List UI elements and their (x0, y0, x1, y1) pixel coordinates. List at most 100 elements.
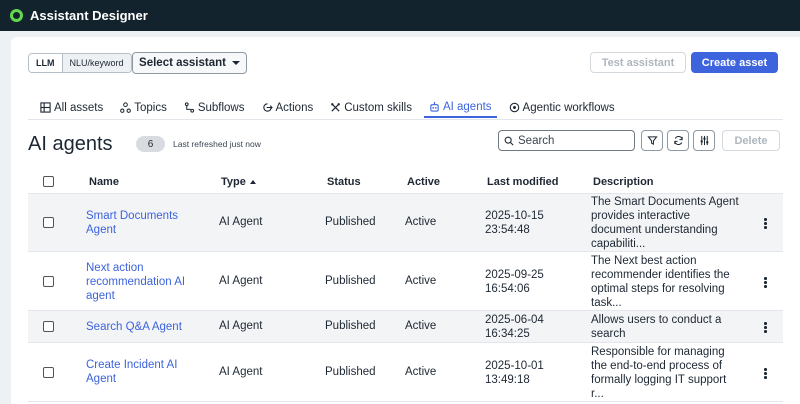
sort-ascending-icon (249, 180, 256, 185)
agent-description: Responsible for managing the end-to-end … (591, 345, 761, 401)
table-row[interactable]: Next action recommendation AI agent AI A… (28, 252, 783, 311)
desc-line: r... (591, 388, 604, 400)
modified-date: 2025-10-01 (485, 360, 544, 372)
refresh-icon (673, 136, 683, 145)
tab-label: Custom skills (344, 101, 412, 114)
agent-status: Published (325, 275, 376, 287)
agent-name-line: Search Q&A Agent (86, 321, 182, 333)
modified-date: 2025-06-04 (485, 314, 544, 326)
workflow-icon (509, 102, 519, 113)
search-input[interactable] (518, 134, 628, 147)
desc-line: search (591, 328, 626, 340)
test-assistant-button[interactable]: Test assistant (590, 52, 686, 73)
agent-description: The Smart Documents Agent provides inter… (591, 195, 761, 251)
agent-active: Active (405, 366, 437, 378)
modified-time: 13:49:18 (485, 374, 530, 386)
agent-name-line: Smart Documents (86, 210, 179, 222)
desc-line: capabiliti... (591, 238, 646, 250)
tab-ai-agents[interactable]: AI agents (423, 97, 497, 118)
col-description[interactable]: Description (593, 176, 654, 188)
desc-line: document understanding (591, 224, 718, 236)
agent-type: AI Agent (219, 216, 263, 228)
col-name[interactable]: Name (89, 176, 119, 188)
tab-topics[interactable]: Topics (115, 97, 172, 118)
agents-table: Name Type Status Active Last modified De… (28, 170, 783, 402)
mode-llm[interactable]: LLM (29, 54, 63, 72)
tab-custom-skills[interactable]: Custom skills (325, 97, 417, 118)
tab-agentic-workflows[interactable]: Agentic workflows (504, 97, 620, 118)
row-checkbox[interactable] (43, 217, 54, 228)
agent-name-line: Agent (86, 224, 117, 236)
agent-name-line: agent (86, 290, 115, 302)
row-checkbox[interactable] (43, 321, 54, 332)
tab-label: Actions (275, 101, 314, 114)
agent-description: The Next best action recommender identif… (591, 254, 761, 310)
table-row[interactable]: Search Q&A Agent AI Agent Published Acti… (28, 311, 783, 343)
filter-button[interactable] (641, 130, 663, 151)
delete-button[interactable]: Delete (722, 130, 780, 151)
filter-icon (646, 136, 658, 145)
tab-label: Subflows (197, 101, 245, 114)
agent-name-link[interactable]: Create Incident AI Agent (86, 358, 177, 386)
caret-down-icon (231, 61, 240, 65)
col-type[interactable]: Type (221, 176, 256, 188)
asset-tabs: All assets Topics Subflows Actions Custo… (35, 97, 627, 118)
agent-name-line: recommendation AI (86, 276, 186, 288)
agent-name-link[interactable]: Smart Documents Agent (86, 209, 178, 237)
more-options-icon[interactable] (764, 322, 767, 333)
agent-active: Active (405, 320, 437, 332)
grid-icon (40, 102, 51, 113)
tab-actions[interactable]: Actions (257, 97, 319, 118)
tab-all-assets[interactable]: All assets (35, 97, 108, 118)
desc-line: recommender identifies the (591, 269, 730, 281)
agent-name-line: Agent (86, 373, 117, 385)
col-type-label: Type (221, 176, 246, 188)
col-status[interactable]: Status (327, 176, 361, 188)
agent-type: AI Agent (219, 320, 263, 332)
top-bar: Assistant Designer (0, 0, 800, 31)
count-badge: 6 (136, 136, 165, 152)
table-row[interactable]: Create Incident AI Agent AI Agent Publis… (28, 343, 783, 402)
col-last-modified[interactable]: Last modified (487, 176, 559, 188)
mode-nlu[interactable]: NLU/keyword (62, 54, 131, 72)
tab-label: Topics (134, 101, 167, 114)
refresh-button[interactable] (667, 130, 689, 151)
topics-icon (120, 102, 132, 113)
select-assistant-button[interactable]: Select assistant (132, 52, 247, 74)
table-row[interactable]: Smart Documents Agent AI Agent Published… (28, 194, 783, 252)
search-box[interactable] (498, 130, 635, 151)
create-asset-button[interactable]: Create asset (691, 52, 778, 73)
modified-date: 2025-09-25 (485, 269, 544, 281)
modified-time: 16:54:06 (485, 283, 530, 295)
modified-date: 2025-10-15 (485, 210, 544, 222)
agent-status: Published (325, 216, 376, 228)
tab-subflows[interactable]: Subflows (179, 97, 250, 118)
more-options-icon[interactable] (764, 277, 767, 288)
agent-active: Active (405, 275, 437, 287)
select-assistant-label: Select assistant (139, 57, 226, 69)
app-title: Assistant Designer (30, 8, 148, 23)
more-options-icon[interactable] (764, 218, 767, 229)
agent-name-line: Next action (86, 262, 144, 274)
desc-line: Responsible for managing (591, 346, 725, 358)
row-checkbox[interactable] (43, 367, 54, 378)
col-active[interactable]: Active (407, 176, 440, 188)
select-all-checkbox[interactable] (43, 176, 54, 187)
desc-line: task... (591, 297, 622, 309)
desc-line: optimal steps for resolving (591, 283, 725, 295)
agent-last-modified: 2025-10-01 13:49:18 (485, 359, 544, 387)
row-checkbox[interactable] (43, 276, 54, 287)
agent-name-link[interactable]: Next action recommendation AI agent (86, 261, 185, 303)
page-title: AI agents (28, 133, 113, 155)
agent-last-modified: 2025-09-25 16:54:06 (485, 268, 544, 296)
columns-settings-button[interactable] (693, 130, 715, 151)
desc-line: Allows users to conduct a (591, 314, 722, 326)
desc-line: the end-to-end process of (591, 360, 723, 372)
more-options-icon[interactable] (764, 368, 767, 379)
agent-name-link[interactable]: Search Q&A Agent (86, 320, 182, 334)
tab-label: Agentic workflows (522, 101, 615, 114)
tools-icon (331, 103, 341, 112)
agent-type: AI Agent (219, 366, 263, 378)
mode-toggle[interactable]: LLM NLU/keyword (28, 53, 132, 73)
agent-last-modified: 2025-10-15 23:54:48 (485, 209, 544, 237)
